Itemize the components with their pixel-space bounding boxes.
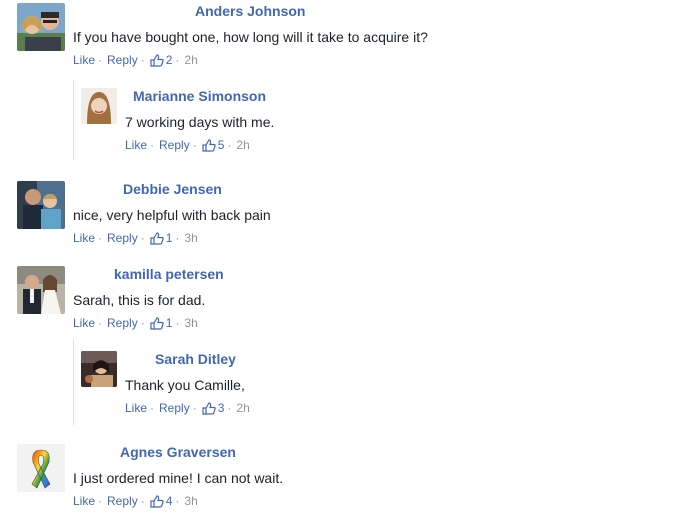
avatar[interactable] xyxy=(81,351,117,387)
avatar[interactable] xyxy=(17,181,65,229)
avatar[interactable] xyxy=(81,88,117,124)
comment-actions: Like · Reply · 3 · 2h xyxy=(125,401,250,415)
reply-button[interactable]: Reply xyxy=(107,494,138,508)
like-button[interactable]: Like xyxy=(125,138,147,152)
like-count[interactable]: 3 xyxy=(218,401,225,415)
comment-actions: Like · Reply · 2 · 2h xyxy=(73,53,198,67)
thumbs-up-icon xyxy=(150,231,164,245)
like-button[interactable]: Like xyxy=(73,494,95,508)
thumbs-up-icon xyxy=(150,316,164,330)
reply-button[interactable]: Reply xyxy=(159,401,190,415)
like-count[interactable]: 4 xyxy=(166,494,173,508)
like-button[interactable]: Like xyxy=(125,401,147,415)
thumbs-up-icon xyxy=(150,494,164,508)
comment-actions: Like · Reply · 4 · 3h xyxy=(73,494,198,508)
thumbs-up-icon xyxy=(202,138,216,152)
timestamp[interactable]: 2h xyxy=(236,401,249,415)
timestamp[interactable]: 2h xyxy=(236,138,249,152)
thumbs-up-icon xyxy=(150,53,164,67)
timestamp[interactable]: 3h xyxy=(184,316,197,330)
avatar[interactable] xyxy=(17,3,65,51)
commenter-name[interactable]: Sarah Ditley xyxy=(155,351,236,367)
like-count[interactable]: 1 xyxy=(166,316,173,330)
commenter-name[interactable]: Debbie Jensen xyxy=(123,181,222,197)
reply-thread-line xyxy=(73,340,74,425)
reply-button[interactable]: Reply xyxy=(107,53,138,67)
comment-actions: Like · Reply · 5 · 2h xyxy=(125,138,250,152)
reply-button[interactable]: Reply xyxy=(107,316,138,330)
comment-text: nice, very helpful with back pain xyxy=(73,207,271,223)
reply-button[interactable]: Reply xyxy=(159,138,190,152)
comment-actions: Like · Reply · 1 · 3h xyxy=(73,316,198,330)
comment-text: I just ordered mine! I can not wait. xyxy=(73,470,284,486)
like-button[interactable]: Like xyxy=(73,316,95,330)
avatar[interactable] xyxy=(17,444,65,492)
comment-text: Thank you Camille, xyxy=(125,377,245,393)
timestamp[interactable]: 3h xyxy=(184,494,197,508)
timestamp[interactable]: 3h xyxy=(184,231,197,245)
commenter-name[interactable]: Anders Johnson xyxy=(195,3,305,19)
reply-thread-line xyxy=(73,80,74,160)
timestamp[interactable]: 2h xyxy=(184,53,197,67)
like-button[interactable]: Like xyxy=(73,53,95,67)
thumbs-up-icon xyxy=(202,401,216,415)
commenter-name[interactable]: Agnes Graversen xyxy=(120,444,236,460)
comment-actions: Like · Reply · 1 · 3h xyxy=(73,231,198,245)
commenter-name[interactable]: Marianne Simonson xyxy=(133,88,266,104)
like-count[interactable]: 1 xyxy=(166,231,173,245)
like-count[interactable]: 5 xyxy=(218,138,225,152)
reply-button[interactable]: Reply xyxy=(107,231,138,245)
like-button[interactable]: Like xyxy=(73,231,95,245)
avatar[interactable] xyxy=(17,266,65,314)
comment-text: Sarah, this is for dad. xyxy=(73,292,206,308)
comment-text: If you have bought one, how long will it… xyxy=(73,29,428,45)
comment-text: 7 working days with me. xyxy=(125,114,275,130)
commenter-name[interactable]: kamilla petersen xyxy=(114,266,224,282)
like-count[interactable]: 2 xyxy=(166,53,173,67)
